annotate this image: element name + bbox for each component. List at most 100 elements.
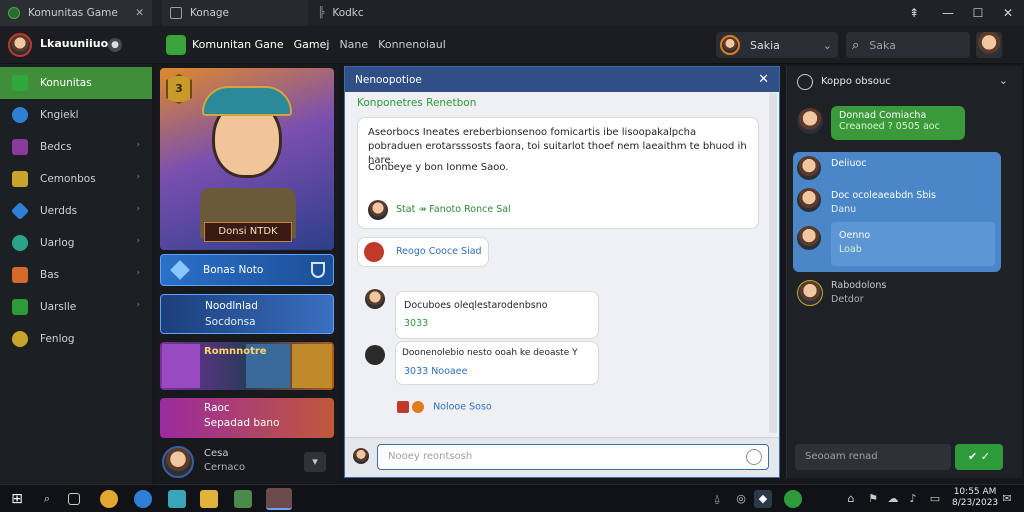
gpu-icon[interactable]: ⍙ bbox=[708, 490, 726, 508]
search-icon[interactable]: ⌕ bbox=[38, 490, 56, 508]
user-dropdown[interactable]: Sakia ⌄ bbox=[716, 32, 838, 58]
sidebar-item-label: Cemonbos bbox=[40, 173, 96, 185]
news-card[interactable]: Noodlnlad Socdonsa bbox=[160, 294, 334, 334]
status-dot-icon[interactable]: ● bbox=[108, 38, 122, 52]
chevron-right-icon: › bbox=[136, 172, 140, 182]
sidebar-item-fenlog[interactable]: Fenlog bbox=[0, 323, 152, 355]
tab-label: Komunitas Game bbox=[28, 7, 118, 19]
browser-icon[interactable] bbox=[100, 490, 118, 508]
message-bubble: Docuboes oleqlestarodenbsno 3033 bbox=[395, 291, 599, 339]
game-logo-icon[interactable] bbox=[166, 35, 186, 55]
reaction-icon[interactable] bbox=[412, 401, 425, 413]
message-input[interactable]: Nooey reontsosh bbox=[377, 444, 769, 470]
sender-avatar bbox=[797, 188, 821, 212]
card-subtitle: Sepadad bano bbox=[204, 417, 280, 429]
task-view-icon[interactable] bbox=[68, 493, 80, 505]
tray-app-icon[interactable]: ◆ bbox=[754, 490, 772, 508]
emoji-icon[interactable] bbox=[746, 449, 762, 465]
message-subtext: Detdor bbox=[831, 294, 864, 305]
tray-game-icon[interactable] bbox=[784, 490, 802, 508]
chevron-down-icon[interactable]: ⌄ bbox=[999, 74, 1008, 87]
flag-icon[interactable]: ⚑ bbox=[864, 490, 882, 508]
cloud-icon[interactable]: ☁ bbox=[884, 490, 902, 508]
friend-avatar bbox=[162, 446, 194, 478]
sidebar-item-label: Bedcs bbox=[40, 141, 72, 153]
sender-avatar bbox=[365, 345, 385, 365]
profile-row[interactable]: Cesa Cernaco ▾ bbox=[160, 444, 334, 480]
heroes-card[interactable]: Romnnotre bbox=[160, 342, 334, 390]
minimize-button[interactable]: — bbox=[938, 3, 958, 23]
panel-input[interactable]: Seooam renad bbox=[795, 444, 951, 470]
sidebar-item-konunitas[interactable]: Konunitas bbox=[0, 67, 152, 99]
sidebar-item-uerdds[interactable]: Uerdds › bbox=[0, 195, 152, 227]
card-title: Romnnotre bbox=[204, 346, 267, 357]
browser-tab-konage[interactable]: Konage bbox=[162, 0, 308, 26]
notification-icon[interactable]: ✉ bbox=[998, 490, 1016, 508]
game-app-icon[interactable] bbox=[234, 490, 252, 508]
chevron-right-icon: › bbox=[136, 268, 140, 278]
scrollbar[interactable] bbox=[769, 93, 777, 433]
app-header: Lkauuniiuoc ● Komunitan Gane Gamej Nane … bbox=[0, 26, 1024, 64]
chevron-right-icon: › bbox=[136, 204, 140, 214]
sidebar-item-label: Uerdds bbox=[40, 205, 78, 217]
panel-title: Koppo obsouc bbox=[821, 76, 891, 87]
hero-card[interactable]: 3 Donsi NTDK bbox=[160, 68, 334, 250]
browser-tab-kodkc[interactable]: ╠ Kodkc bbox=[310, 0, 430, 26]
sidebar-item-uarslle[interactable]: Uarslle › bbox=[0, 291, 152, 323]
send-button[interactable]: ✔ ✓ bbox=[955, 444, 1003, 470]
brand-name: Lkauuniiuoc bbox=[40, 37, 115, 50]
user-avatar[interactable] bbox=[8, 33, 32, 57]
edge-icon[interactable] bbox=[134, 490, 152, 508]
sidebar-item-bas[interactable]: Bas › bbox=[0, 259, 152, 291]
sidebar-item-cemonbos[interactable]: Cemonbos › bbox=[0, 163, 152, 195]
search-input[interactable]: Saka bbox=[869, 39, 896, 52]
title-part: Komunitan Gane bbox=[192, 38, 284, 51]
reaction-icon[interactable] bbox=[397, 401, 409, 413]
sender-avatar bbox=[797, 226, 821, 250]
pin-window-icon[interactable]: ⇞ bbox=[904, 3, 924, 23]
clock[interactable]: 10:55 AM 8/23/2023 bbox=[952, 487, 998, 509]
gem-icon bbox=[170, 260, 190, 280]
sidebar-item-label: Kngiekl bbox=[40, 109, 79, 121]
level-badge: 3 bbox=[166, 74, 192, 104]
message-text: Doonenolebio nesto ooah ke deoaste Y bbox=[402, 348, 578, 358]
chevron-right-icon: › bbox=[136, 236, 140, 246]
bonus-card[interactable]: Bonas Noto bbox=[160, 254, 334, 286]
maximize-button[interactable]: ☐ bbox=[968, 3, 988, 23]
event-card[interactable]: Raoc Sepadad bano bbox=[160, 398, 334, 438]
sender-avatar bbox=[797, 156, 821, 180]
sidebar-item-kngiekl[interactable]: Kngiekl bbox=[0, 99, 152, 131]
title-part: Gamej bbox=[293, 38, 330, 51]
highlighted-thread[interactable]: Deiiuoc Doc ocoleaeabdn Sbis Danu Oenno … bbox=[793, 152, 1001, 272]
sidebar-item-bedcs[interactable]: Bedcs › bbox=[0, 131, 152, 163]
search-field[interactable]: ⌕ Saka bbox=[846, 32, 970, 58]
start-icon[interactable]: ⊞ bbox=[8, 490, 26, 508]
tab-close-icon[interactable]: ✕ bbox=[135, 7, 144, 19]
store-icon[interactable] bbox=[168, 490, 186, 508]
send-icon: ✔ ✓ bbox=[968, 450, 990, 463]
profile-avatar[interactable] bbox=[976, 32, 1002, 58]
title-part: Nane bbox=[339, 38, 369, 51]
composer: Nooey reontsosh bbox=[345, 437, 779, 477]
message-meta: 3033 bbox=[404, 318, 429, 329]
close-button[interactable]: ✕ bbox=[998, 3, 1018, 23]
battery-icon[interactable]: ▭ bbox=[926, 490, 944, 508]
sender-avatar bbox=[797, 280, 823, 306]
profile-name: Cesa bbox=[204, 448, 229, 459]
active-app-icon[interactable] bbox=[266, 488, 292, 510]
chevron-right-icon: › bbox=[136, 300, 140, 310]
composer-avatar bbox=[353, 448, 369, 464]
speaker-icon[interactable]: ♪ bbox=[904, 490, 922, 508]
expand-icon[interactable]: ▾ bbox=[304, 452, 326, 472]
ring-icon[interactable]: ◎ bbox=[732, 490, 750, 508]
sender-avatar bbox=[797, 108, 823, 134]
network-icon[interactable]: ⌂ bbox=[842, 490, 860, 508]
message-bubble: Oenno Loab bbox=[831, 222, 995, 266]
reactions-row[interactable]: Nolooe Soso bbox=[397, 401, 492, 413]
folder-icon[interactable] bbox=[200, 490, 218, 508]
pen-icon bbox=[10, 201, 30, 221]
sidebar-item-uarlog[interactable]: Uarlog › bbox=[0, 227, 152, 259]
close-icon[interactable]: ✕ bbox=[758, 72, 769, 87]
sender-avatar bbox=[365, 289, 385, 309]
browser-tab-komunitas[interactable]: Komunitas Game ✕ bbox=[0, 0, 152, 26]
